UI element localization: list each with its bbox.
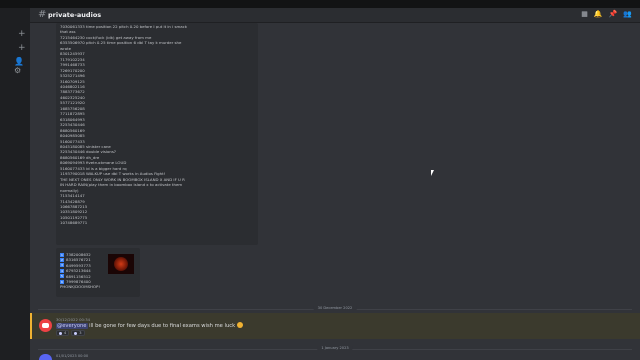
header-toolbar: ▦ 🔔 📌 👥 <box>581 10 632 18</box>
date-divider-label: 30 December 2022 <box>313 306 357 310</box>
message-line: 7030061333 time position 22 pitch 0.20 b… <box>60 24 188 29</box>
message-text: @everyone ill be gone for few days due t… <box>56 322 243 329</box>
message-text: 7030061333 time position 22 pitch 0.20 b… <box>60 24 187 226</box>
image-embed[interactable]: 1 7382008632 2 8316576721 3 6499593773 4 679321… <box>56 248 140 297</box>
message-line: 10748689771 <box>60 220 88 226</box>
embed-footer: PHONK/DOOMSHOP! <box>60 284 100 290</box>
message-area[interactable]: 7030061333 time position 22 pitch 0.20 b… <box>30 23 640 360</box>
embed-list: 1 7382008632 2 8316576721 3 6499593773 4 679321… <box>60 252 100 290</box>
threads-icon[interactable]: ▦ <box>581 10 588 18</box>
number-badge: 3 <box>60 263 64 268</box>
members-icon[interactable]: 👥 <box>623 10 632 18</box>
number-badge: 4 <box>60 268 64 273</box>
pin-icon[interactable]: 📌 <box>609 10 618 18</box>
date-divider: 30 December 2022 <box>38 306 632 310</box>
user-settings-icon[interactable]: 👤⚙ <box>14 57 30 75</box>
avatar[interactable] <box>39 354 52 360</box>
message-line: 6353506970 pitch 0.25 time position 6 db… <box>60 40 182 46</box>
mouse-cursor-icon <box>431 170 434 176</box>
reaction-count: 3 <box>79 331 82 335</box>
add-icon[interactable]: + <box>18 30 26 39</box>
hash-icon: # <box>38 9 47 20</box>
reaction-button[interactable]: 4 <box>56 330 70 336</box>
server-rail: + + 👤⚙ <box>0 8 30 360</box>
date-divider: 1 January 2023 <box>38 346 632 350</box>
message-content-block: 7030061333 time position 22 pitch 0.20 b… <box>56 23 258 245</box>
number-badge: 5 <box>60 274 64 279</box>
bell-icon[interactable]: 🔔 <box>594 10 603 18</box>
reaction-button[interactable]: 3 <box>71 330 85 336</box>
add-icon[interactable]: + <box>18 44 26 53</box>
smile-emoji-icon <box>236 322 243 328</box>
embed-thumbnail[interactable] <box>108 254 134 274</box>
date-divider-label: 1 January 2023 <box>317 346 353 350</box>
clover-emoji-icon <box>74 331 78 335</box>
window-top-bar <box>0 0 640 8</box>
number-badge: 6 <box>60 279 64 284</box>
pray-emoji-icon <box>59 331 62 335</box>
avatar[interactable] <box>39 319 52 332</box>
everyone-mention[interactable]: @everyone <box>56 323 88 329</box>
message-body: ill be gone for few days due to final ex… <box>87 323 236 329</box>
message-timestamp: 01/01/2023 00:00 <box>56 354 89 358</box>
reaction-bar: 4 3 <box>56 330 85 336</box>
channel-name: private-audios <box>48 11 102 19</box>
reaction-count: 4 <box>64 331 67 335</box>
number-badge: 1 <box>60 252 64 257</box>
number-badge: 2 <box>60 258 64 263</box>
message-line: IN HARD RAIN(play them in boombox island… <box>60 182 183 188</box>
channel-header: # private-audios ▦ 🔔 📌 👥 <box>30 8 640 23</box>
